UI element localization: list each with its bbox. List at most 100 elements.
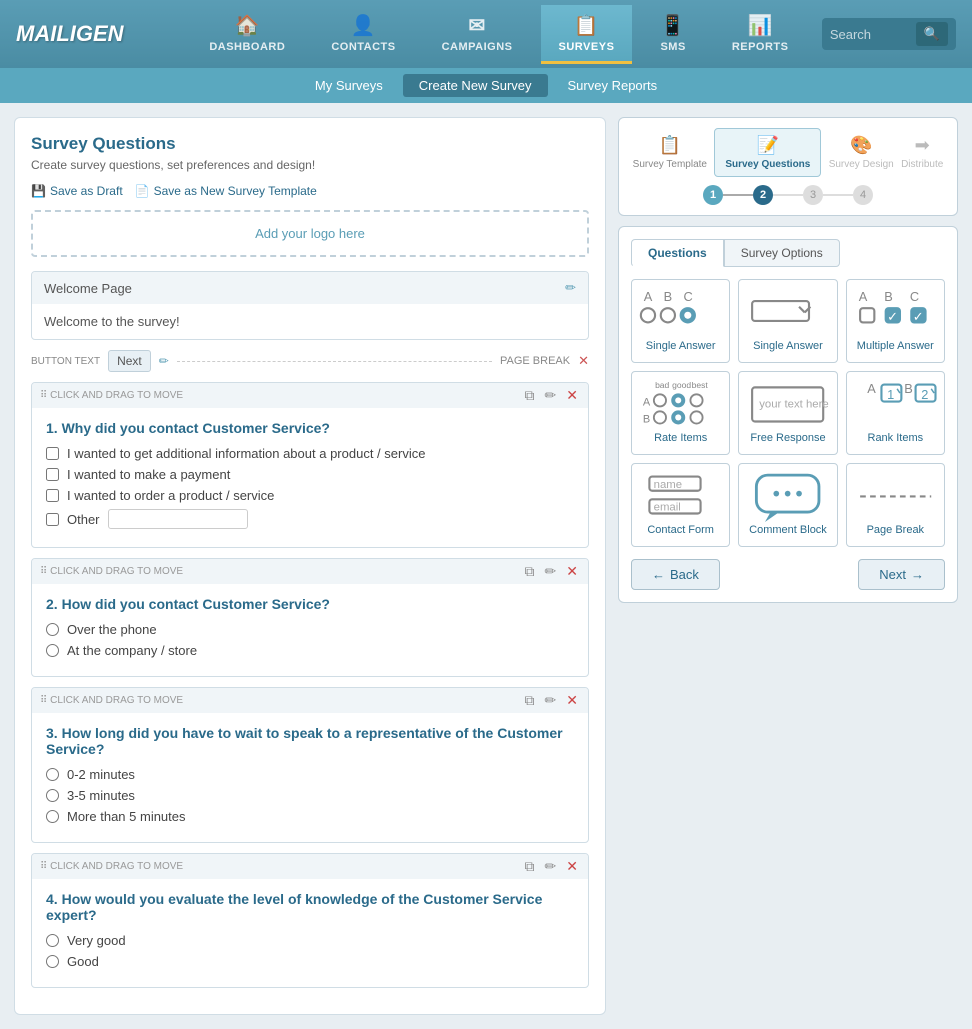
- contact-form-icon: name email: [638, 474, 723, 518]
- next-arrow-icon: →: [911, 567, 924, 582]
- nav-surveys[interactable]: 📋 SURVEYS: [541, 5, 633, 64]
- question-4-title: 4. How would you evaluate the level of k…: [46, 891, 574, 923]
- copy-q3-button[interactable]: ⧉: [523, 692, 537, 709]
- edit-q4-button[interactable]: ✏: [543, 858, 559, 875]
- svg-text:good: good: [672, 380, 691, 390]
- button-text-label: BUTTON TEXT: [31, 356, 100, 367]
- step-connector-34: [823, 194, 853, 196]
- q-type-rate[interactable]: bad good best A B: [631, 371, 730, 455]
- q-type-comment[interactable]: Comment Block: [738, 463, 837, 547]
- edit-q3-button[interactable]: ✏: [543, 692, 559, 709]
- step-circle-1: 1: [703, 185, 723, 205]
- q-type-rank[interactable]: A B 1 2 Rank Items: [846, 371, 945, 455]
- questions-icon: 📝: [757, 135, 779, 156]
- q1-other-input[interactable]: [108, 509, 248, 529]
- q-type-contact[interactable]: name email Contact Form: [631, 463, 730, 547]
- question-3-header: ⠿ CLICK AND DRAG TO MOVE ⧉ ✏ ✕: [32, 688, 588, 713]
- delete-q4-button[interactable]: ✕: [564, 858, 580, 875]
- subnav-create-survey[interactable]: Create New Survey: [403, 74, 548, 97]
- save-template-link[interactable]: 📄 Save as New Survey Template: [135, 184, 317, 198]
- search-button[interactable]: 🔍: [916, 22, 948, 46]
- q-type-free[interactable]: your text here Free Response: [738, 371, 837, 455]
- nav-reports[interactable]: 📊 REPORTS: [714, 5, 807, 64]
- q-type-single-radio[interactable]: A B C Single Answer: [631, 279, 730, 363]
- edit-q1-button[interactable]: ✏: [543, 387, 559, 404]
- question-2-header: ⠿ CLICK AND DRAG TO MOVE ⧉ ✏ ✕: [32, 559, 588, 584]
- main-nav: 🏠 DASHBOARD 👤 CONTACTS ✉ CAMPAIGNS 📋 SUR…: [176, 5, 822, 64]
- nav-dashboard[interactable]: 🏠 DASHBOARD: [191, 5, 303, 64]
- q-type-single-dropdown[interactable]: Single Answer: [738, 279, 837, 363]
- search-input[interactable]: [830, 27, 910, 42]
- close-page-break-icon[interactable]: ✕: [578, 353, 589, 369]
- q4-option-2: Good: [46, 954, 574, 969]
- back-arrow-icon: ←: [652, 567, 665, 582]
- question-block-4: ⠿ CLICK AND DRAG TO MOVE ⧉ ✏ ✕ 4. How wo…: [31, 853, 589, 988]
- svg-text:your text here: your text here: [760, 398, 829, 410]
- nav-sms[interactable]: 📱 SMS: [642, 5, 703, 64]
- svg-text:B: B: [643, 413, 650, 425]
- svg-text:C: C: [910, 289, 919, 304]
- wizard-step-1: 📋 Survey Template: [633, 135, 707, 170]
- svg-text:2: 2: [921, 386, 928, 401]
- left-panel: Survey Questions Create survey questions…: [14, 117, 606, 1015]
- q4-radio-2[interactable]: [46, 955, 59, 968]
- tab-survey-options[interactable]: Survey Options: [724, 239, 840, 267]
- page-break-icon: [853, 474, 938, 518]
- q2-option-1: Over the phone: [46, 622, 574, 637]
- q3-radio-2[interactable]: [46, 789, 59, 802]
- copy-q1-button[interactable]: ⧉: [523, 387, 537, 404]
- question-2-title: 2. How did you contact Customer Service?: [46, 596, 574, 612]
- rate-icon: bad good best A B: [638, 382, 723, 426]
- svg-text:B: B: [904, 381, 913, 396]
- wizard-steps: 📋 Survey Template 📝 Survey Questions 🎨 S…: [618, 117, 958, 216]
- edit-next-icon[interactable]: ✏: [159, 354, 169, 368]
- q1-checkbox-other[interactable]: [46, 513, 59, 526]
- subnav-survey-reports[interactable]: Survey Reports: [552, 74, 674, 97]
- save-draft-icon: 💾: [31, 184, 46, 198]
- q4-radio-1[interactable]: [46, 934, 59, 947]
- svg-text:1: 1: [887, 386, 894, 401]
- q-type-pagebreak[interactable]: Page Break: [846, 463, 945, 547]
- delete-q3-button[interactable]: ✕: [564, 692, 580, 709]
- step-connector-12: [723, 194, 753, 196]
- q3-radio-3[interactable]: [46, 810, 59, 823]
- back-button[interactable]: ← Back: [631, 559, 720, 590]
- q1-checkbox-3[interactable]: [46, 489, 59, 502]
- svg-text:C: C: [684, 289, 693, 304]
- sub-nav: My Surveys Create New Survey Survey Repo…: [0, 68, 972, 103]
- question-1-title: 1. Why did you contact Customer Service?: [46, 420, 574, 436]
- logo-upload-area[interactable]: Add your logo here: [31, 210, 589, 257]
- edit-welcome-icon[interactable]: ✏: [565, 280, 576, 296]
- subnav-my-surveys[interactable]: My Surveys: [299, 74, 399, 97]
- q3-option-1: 0-2 minutes: [46, 767, 574, 782]
- svg-text:✓: ✓: [912, 309, 923, 324]
- welcome-header: Welcome Page ✏: [32, 272, 588, 304]
- question-2-body: 2. How did you contact Customer Service?…: [32, 584, 588, 676]
- q3-radio-1[interactable]: [46, 768, 59, 781]
- right-panel: 📋 Survey Template 📝 Survey Questions 🎨 S…: [618, 117, 958, 1015]
- q1-checkbox-2[interactable]: [46, 468, 59, 481]
- nav-contacts[interactable]: 👤 CONTACTS: [313, 5, 413, 64]
- copy-q4-button[interactable]: ⧉: [523, 858, 537, 875]
- q1-option-1: I wanted to get additional information a…: [46, 446, 574, 461]
- next-button[interactable]: Next →: [858, 559, 945, 590]
- next-button-inline[interactable]: Next: [108, 350, 151, 372]
- question-block-1: ⠿ CLICK AND DRAG TO MOVE ⧉ ✏ ✕ 1. Why di…: [31, 382, 589, 548]
- delete-q2-button[interactable]: ✕: [564, 563, 580, 580]
- svg-text:B: B: [884, 289, 893, 304]
- q-type-multiple[interactable]: A B C ✓ ✓ Multiple Answer: [846, 279, 945, 363]
- wizard-step-4: ➡ Distribute: [901, 135, 943, 170]
- delete-q1-button[interactable]: ✕: [564, 387, 580, 404]
- save-draft-link[interactable]: 💾 Save as Draft: [31, 184, 123, 198]
- copy-q2-button[interactable]: ⧉: [523, 563, 537, 580]
- nav-campaigns[interactable]: ✉ CAMPAIGNS: [424, 5, 531, 64]
- q1-checkbox-1[interactable]: [46, 447, 59, 460]
- q1-other-row: Other: [46, 509, 574, 529]
- question-3-title: 3. How long did you have to wait to spea…: [46, 725, 574, 757]
- welcome-body: Welcome to the survey!: [32, 304, 588, 339]
- tab-questions[interactable]: Questions: [631, 239, 724, 267]
- welcome-page-block: Welcome Page ✏ Welcome to the survey!: [31, 271, 589, 340]
- q2-radio-1[interactable]: [46, 623, 59, 636]
- edit-q2-button[interactable]: ✏: [543, 563, 559, 580]
- q2-radio-2[interactable]: [46, 644, 59, 657]
